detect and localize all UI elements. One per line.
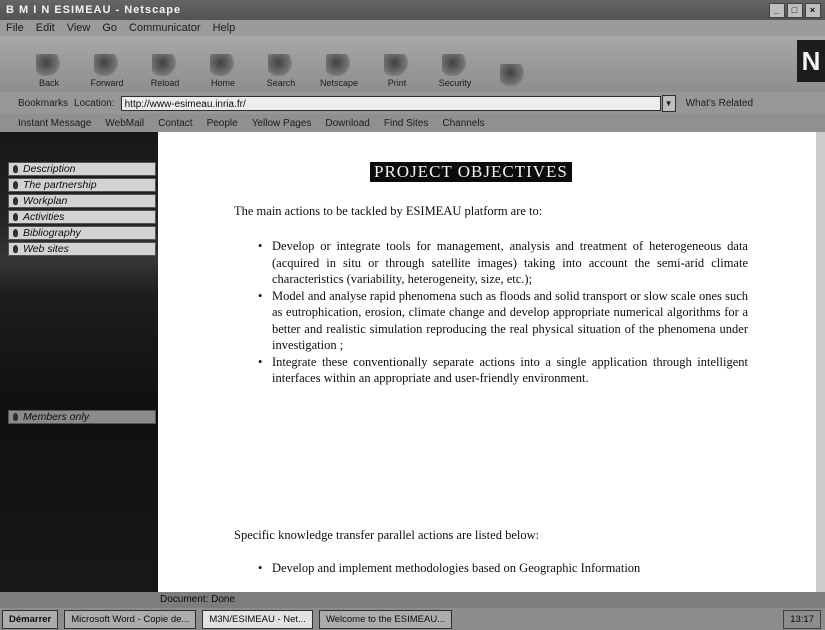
taskbar: Démarrer Microsoft Word - Copie de... M3…: [0, 608, 825, 630]
link-yellow-pages[interactable]: Yellow Pages: [252, 118, 312, 129]
link-find-sites[interactable]: Find Sites: [384, 118, 428, 129]
search-button[interactable]: Search: [262, 54, 300, 88]
security-button[interactable]: Security: [436, 54, 474, 88]
list-item: Develop or integrate tools for managemen…: [258, 238, 748, 288]
whats-related-button[interactable]: What's Related: [686, 98, 754, 109]
site-nav: Description The partnership Workplan Act…: [8, 162, 156, 258]
menu-file[interactable]: File: [6, 20, 24, 36]
nav-web-sites[interactable]: Web sites: [8, 242, 156, 256]
start-button[interactable]: Démarrer: [2, 609, 59, 629]
link-instant-message[interactable]: Instant Message: [18, 118, 91, 129]
link-people[interactable]: People: [207, 118, 238, 129]
task-welcome[interactable]: Welcome to the ESIMEAU...: [318, 609, 453, 629]
window-titlebar: B M I N ESIMEAU - Netscape _ □ ×: [0, 0, 825, 20]
members-nav: Members only: [8, 410, 156, 426]
site-sidebar: Description The partnership Workplan Act…: [0, 132, 158, 592]
close-button[interactable]: ×: [805, 3, 821, 18]
menu-go[interactable]: Go: [102, 20, 117, 36]
back-button[interactable]: Back: [30, 54, 68, 88]
list-item: Model and analyse rapid phenomena such a…: [258, 288, 748, 354]
netscape-label: Netscape: [319, 78, 359, 88]
menu-communicator[interactable]: Communicator: [129, 20, 201, 36]
task-word[interactable]: Microsoft Word - Copie de...: [64, 609, 197, 629]
transfer-list: Develop and implement methodologies base…: [258, 560, 748, 577]
bookmarks-button[interactable]: Bookmarks: [18, 98, 68, 109]
home-button[interactable]: Home: [204, 54, 242, 88]
link-channels[interactable]: Channels: [442, 118, 484, 129]
window-controls: _ □ ×: [769, 3, 821, 18]
window-title: B M I N ESIMEAU - Netscape: [6, 4, 182, 16]
nav-bibliography[interactable]: Bibliography: [8, 226, 156, 240]
location-label: Location:: [74, 97, 115, 109]
vertical-scrollbar[interactable]: [816, 132, 825, 592]
search-icon: [268, 54, 294, 76]
status-bar: Document: Done: [0, 592, 825, 608]
menu-view[interactable]: View: [67, 20, 91, 36]
menu-help[interactable]: Help: [213, 20, 236, 36]
location-bar: Bookmarks Location: http://www-esimeau.i…: [0, 92, 825, 114]
link-webmail[interactable]: WebMail: [105, 118, 144, 129]
maximize-button[interactable]: □: [787, 3, 803, 18]
link-contact[interactable]: Contact: [158, 118, 192, 129]
nav-workplan[interactable]: Workplan: [8, 194, 156, 208]
list-item: Develop and implement methodologies base…: [258, 560, 748, 577]
forward-icon: [94, 54, 120, 76]
search-label: Search: [266, 78, 296, 88]
navigation-toolbar: Back Forward Reload Home Search Netscape…: [0, 36, 825, 92]
back-label: Back: [38, 78, 59, 88]
minimize-button[interactable]: _: [769, 3, 785, 18]
print-icon: [384, 54, 410, 76]
stop-button[interactable]: [494, 64, 532, 88]
home-label: Home: [210, 78, 235, 88]
security-icon: [442, 54, 468, 76]
home-icon: [210, 54, 236, 76]
print-button[interactable]: Print: [378, 54, 416, 88]
netscape-icon: [326, 54, 352, 76]
status-text: Document: Done: [160, 594, 236, 605]
link-download[interactable]: Download: [325, 118, 369, 129]
intro-text: The main actions to be tackled by ESIMEA…: [234, 204, 543, 218]
security-label: Security: [438, 78, 472, 88]
forward-button[interactable]: Forward: [88, 54, 126, 88]
nav-partnership[interactable]: The partnership: [8, 178, 156, 192]
objectives-list: Develop or integrate tools for managemen…: [258, 238, 748, 387]
reload-label: Reload: [150, 78, 180, 88]
back-icon: [36, 54, 62, 76]
print-label: Print: [387, 78, 407, 88]
reload-button[interactable]: Reload: [146, 54, 184, 88]
nav-activities[interactable]: Activities: [8, 210, 156, 224]
personal-toolbar: Instant Message WebMail Contact People Y…: [0, 114, 825, 132]
netscape-logo: N: [797, 40, 825, 82]
reload-icon: [152, 54, 178, 76]
stop-icon: [500, 64, 526, 86]
menu-edit[interactable]: Edit: [36, 20, 55, 36]
nav-members-only[interactable]: Members only: [8, 410, 156, 424]
url-input[interactable]: http://www-esimeau.inria.fr/: [120, 95, 661, 111]
nav-description[interactable]: Description: [8, 162, 156, 176]
netscape-button[interactable]: Netscape: [320, 54, 358, 88]
page-title: PROJECT OBJECTIVES: [370, 162, 572, 182]
menu-bar: File Edit View Go Communicator Help: [0, 20, 825, 36]
url-dropdown-icon[interactable]: ▼: [661, 94, 676, 112]
list-item: Integrate these conventionally separate …: [258, 354, 748, 387]
clock: 13:17: [783, 609, 821, 629]
page-content: PROJECT OBJECTIVES The main actions to b…: [158, 132, 816, 592]
specific-text: Specific knowledge transfer parallel act…: [234, 528, 540, 542]
task-netscape[interactable]: M3N/ESIMEAU - Net...: [202, 609, 313, 629]
forward-label: Forward: [90, 78, 124, 88]
